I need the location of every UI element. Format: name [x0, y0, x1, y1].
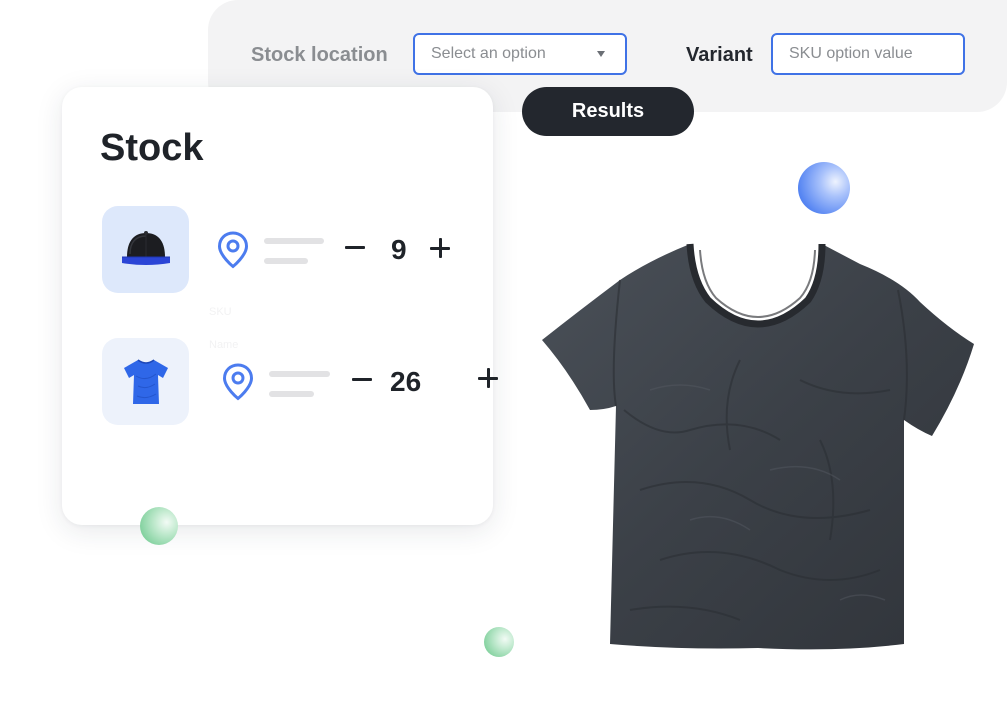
product-tshirt-image	[542, 243, 974, 650]
name-placeholder-bar	[269, 371, 330, 377]
decorative-blue-sphere	[798, 162, 850, 214]
detail-placeholder-bar	[269, 391, 314, 397]
name-placeholder-bar	[264, 238, 324, 244]
stock-row-cap: 9	[102, 206, 482, 294]
tshirt-thumbnail[interactable]	[102, 338, 189, 425]
cap-icon	[121, 230, 170, 265]
decorative-green-sphere	[140, 507, 178, 545]
stock-row-tshirt: 26	[102, 338, 498, 426]
map-pin-icon	[222, 363, 254, 401]
map-pin-icon	[217, 231, 249, 269]
variant-sku-input[interactable]: SKU option value	[771, 33, 965, 75]
detail-placeholder-bar	[264, 258, 308, 264]
tshirt-icon	[123, 358, 168, 404]
stock-title: Stock	[100, 127, 204, 169]
variant-sku-placeholder: SKU option value	[789, 45, 913, 62]
results-button[interactable]: Results	[522, 87, 694, 136]
increment-button[interactable]	[478, 368, 498, 388]
stock-location-select-value: Select an option	[431, 45, 546, 62]
ghost-label-sku: SKU	[209, 306, 232, 318]
decorative-green-sphere-small	[484, 627, 514, 657]
caret-down-icon	[597, 51, 605, 57]
increment-button[interactable]	[430, 238, 450, 258]
stock-card: Stock SKU Name 9 26	[62, 87, 498, 525]
stock-location-select[interactable]: Select an option	[413, 33, 627, 75]
cap-thumbnail[interactable]	[102, 206, 189, 293]
quantity-value: 9	[391, 234, 407, 265]
variant-label: Variant	[686, 44, 753, 66]
quantity-value: 26	[390, 366, 422, 397]
decrement-button[interactable]	[345, 246, 365, 249]
stock-location-label: Stock location	[251, 44, 388, 66]
decrement-button[interactable]	[352, 378, 372, 381]
